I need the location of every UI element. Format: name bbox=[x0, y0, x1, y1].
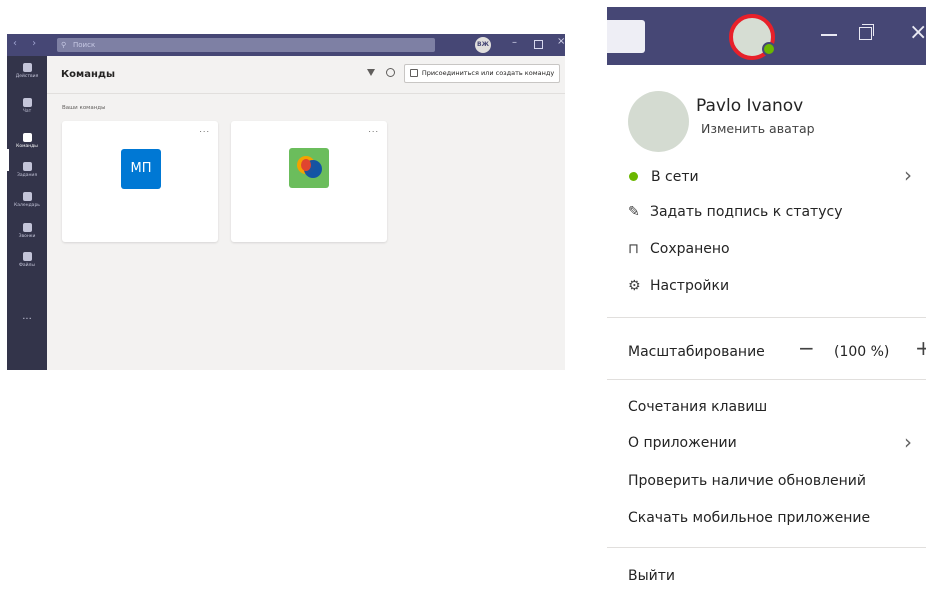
status-label: В сети bbox=[651, 169, 699, 185]
status-dot bbox=[629, 172, 638, 181]
chevron-right-icon: › bbox=[904, 163, 912, 187]
user-name: Pavlo Ivanov bbox=[696, 96, 804, 116]
title-bar: ‹ › ⚲ Поиск ВЖ – × bbox=[7, 34, 565, 56]
rail-item-label: Команды bbox=[16, 144, 38, 149]
more-options-icon[interactable]: ... bbox=[199, 125, 210, 134]
rail-item-label: Файлы bbox=[19, 263, 35, 268]
minimize-icon[interactable] bbox=[821, 34, 837, 36]
maximize-icon[interactable] bbox=[534, 40, 543, 49]
assignments-icon bbox=[22, 162, 32, 171]
check-updates-item[interactable]: Проверить наличие обновлений bbox=[628, 473, 866, 489]
saved-item[interactable]: ⊓ Сохранено bbox=[628, 241, 730, 257]
files-icon bbox=[22, 252, 32, 261]
join-button-label: Присоединиться или создать команду bbox=[421, 69, 555, 77]
calendar-icon bbox=[22, 192, 32, 201]
more-apps-icon[interactable]: ... bbox=[7, 312, 47, 322]
divider bbox=[607, 547, 926, 548]
team-avatar bbox=[289, 148, 329, 188]
zoom-out-button[interactable]: − bbox=[798, 336, 815, 360]
more-options-icon[interactable]: ... bbox=[368, 125, 379, 134]
search-placeholder: Поиск bbox=[73, 41, 96, 49]
divider bbox=[607, 379, 926, 380]
rail-item-calendar[interactable]: Календарь bbox=[7, 192, 47, 208]
team-card[interactable]: ... МП bbox=[62, 121, 218, 242]
teams-window: ‹ › ⚲ Поиск ВЖ – × Действия Чат Команды З… bbox=[7, 34, 565, 370]
menu-item-label: Задать подпись к статусу bbox=[650, 204, 843, 220]
minimize-icon[interactable]: – bbox=[512, 37, 517, 48]
close-icon[interactable]: × bbox=[909, 22, 926, 44]
team-avatar: МП bbox=[121, 149, 161, 189]
restore-icon[interactable] bbox=[859, 27, 872, 40]
zoom-in-button[interactable]: + bbox=[915, 336, 926, 360]
search-icon: ⚲ bbox=[61, 41, 67, 49]
keyboard-shortcuts-item[interactable]: Сочетания клавиш bbox=[628, 399, 767, 415]
profile-panel: × Pavlo Ivanov Изменить аватар В сети › … bbox=[607, 7, 926, 599]
menu-item-label: Сохранено bbox=[650, 241, 730, 257]
bell-icon bbox=[22, 63, 32, 72]
divider bbox=[607, 317, 926, 318]
rail-item-label: Действия bbox=[15, 74, 39, 79]
close-icon[interactable]: × bbox=[557, 36, 565, 47]
status-badge bbox=[762, 42, 776, 56]
change-avatar-link[interactable]: Изменить аватар bbox=[701, 121, 815, 136]
rail-item-label: Календарь bbox=[14, 203, 40, 208]
status-menu-item[interactable]: В сети bbox=[628, 169, 699, 185]
teams-icon bbox=[22, 133, 32, 142]
filter-icon[interactable] bbox=[367, 69, 375, 76]
phone-icon bbox=[22, 223, 32, 232]
edit-icon: ✎ bbox=[628, 204, 640, 220]
rail-item-label: Звонки bbox=[18, 234, 36, 239]
bookmark-icon: ⊓ bbox=[628, 241, 639, 257]
search-input[interactable]: ⚲ Поиск bbox=[57, 38, 435, 52]
rail-item-teams[interactable]: Команды bbox=[7, 133, 47, 149]
page-header: Команды Присоединиться или создать коман… bbox=[47, 56, 565, 94]
gear-icon: ⚙ bbox=[628, 278, 641, 294]
sign-out-item[interactable]: Выйти bbox=[628, 568, 675, 584]
join-or-create-team-button[interactable]: Присоединиться или создать команду bbox=[404, 64, 560, 83]
rail-item-calls[interactable]: Звонки bbox=[7, 223, 47, 239]
team-card[interactable]: ... bbox=[231, 121, 387, 242]
rail-item-label: Задания bbox=[16, 173, 38, 178]
chat-icon bbox=[22, 98, 32, 107]
chevron-right-icon: › bbox=[904, 430, 912, 454]
rail-item-chat[interactable]: Чат bbox=[7, 98, 47, 114]
download-mobile-item[interactable]: Скачать мобильное приложение bbox=[628, 510, 870, 526]
menu-item-label: Настройки bbox=[650, 278, 730, 294]
title-bar: × bbox=[607, 7, 926, 65]
rail-item-files[interactable]: Файлы bbox=[7, 252, 47, 268]
nav-arrows[interactable]: ‹ › bbox=[13, 38, 42, 49]
settings-item[interactable]: ⚙ Настройки bbox=[628, 278, 729, 294]
rail-item-assignments[interactable]: Задания bbox=[7, 162, 47, 178]
about-item[interactable]: О приложении bbox=[628, 435, 737, 451]
section-label: Ваши команды bbox=[62, 105, 106, 111]
gear-icon[interactable] bbox=[386, 68, 395, 77]
zoom-value: (100 %) bbox=[834, 344, 890, 360]
add-team-icon bbox=[409, 69, 418, 77]
avatar[interactable]: ВЖ bbox=[475, 37, 491, 53]
rail-item-label: Чат bbox=[22, 109, 32, 114]
set-status-message-item[interactable]: ✎ Задать подпись к статусу bbox=[628, 204, 842, 220]
page-title: Команды bbox=[61, 69, 115, 80]
app-rail: Действия Чат Команды Задания Календарь З… bbox=[7, 56, 47, 370]
rail-item-activity[interactable]: Действия bbox=[7, 63, 47, 79]
profile-avatar[interactable] bbox=[628, 91, 689, 152]
search-input[interactable] bbox=[607, 20, 645, 53]
